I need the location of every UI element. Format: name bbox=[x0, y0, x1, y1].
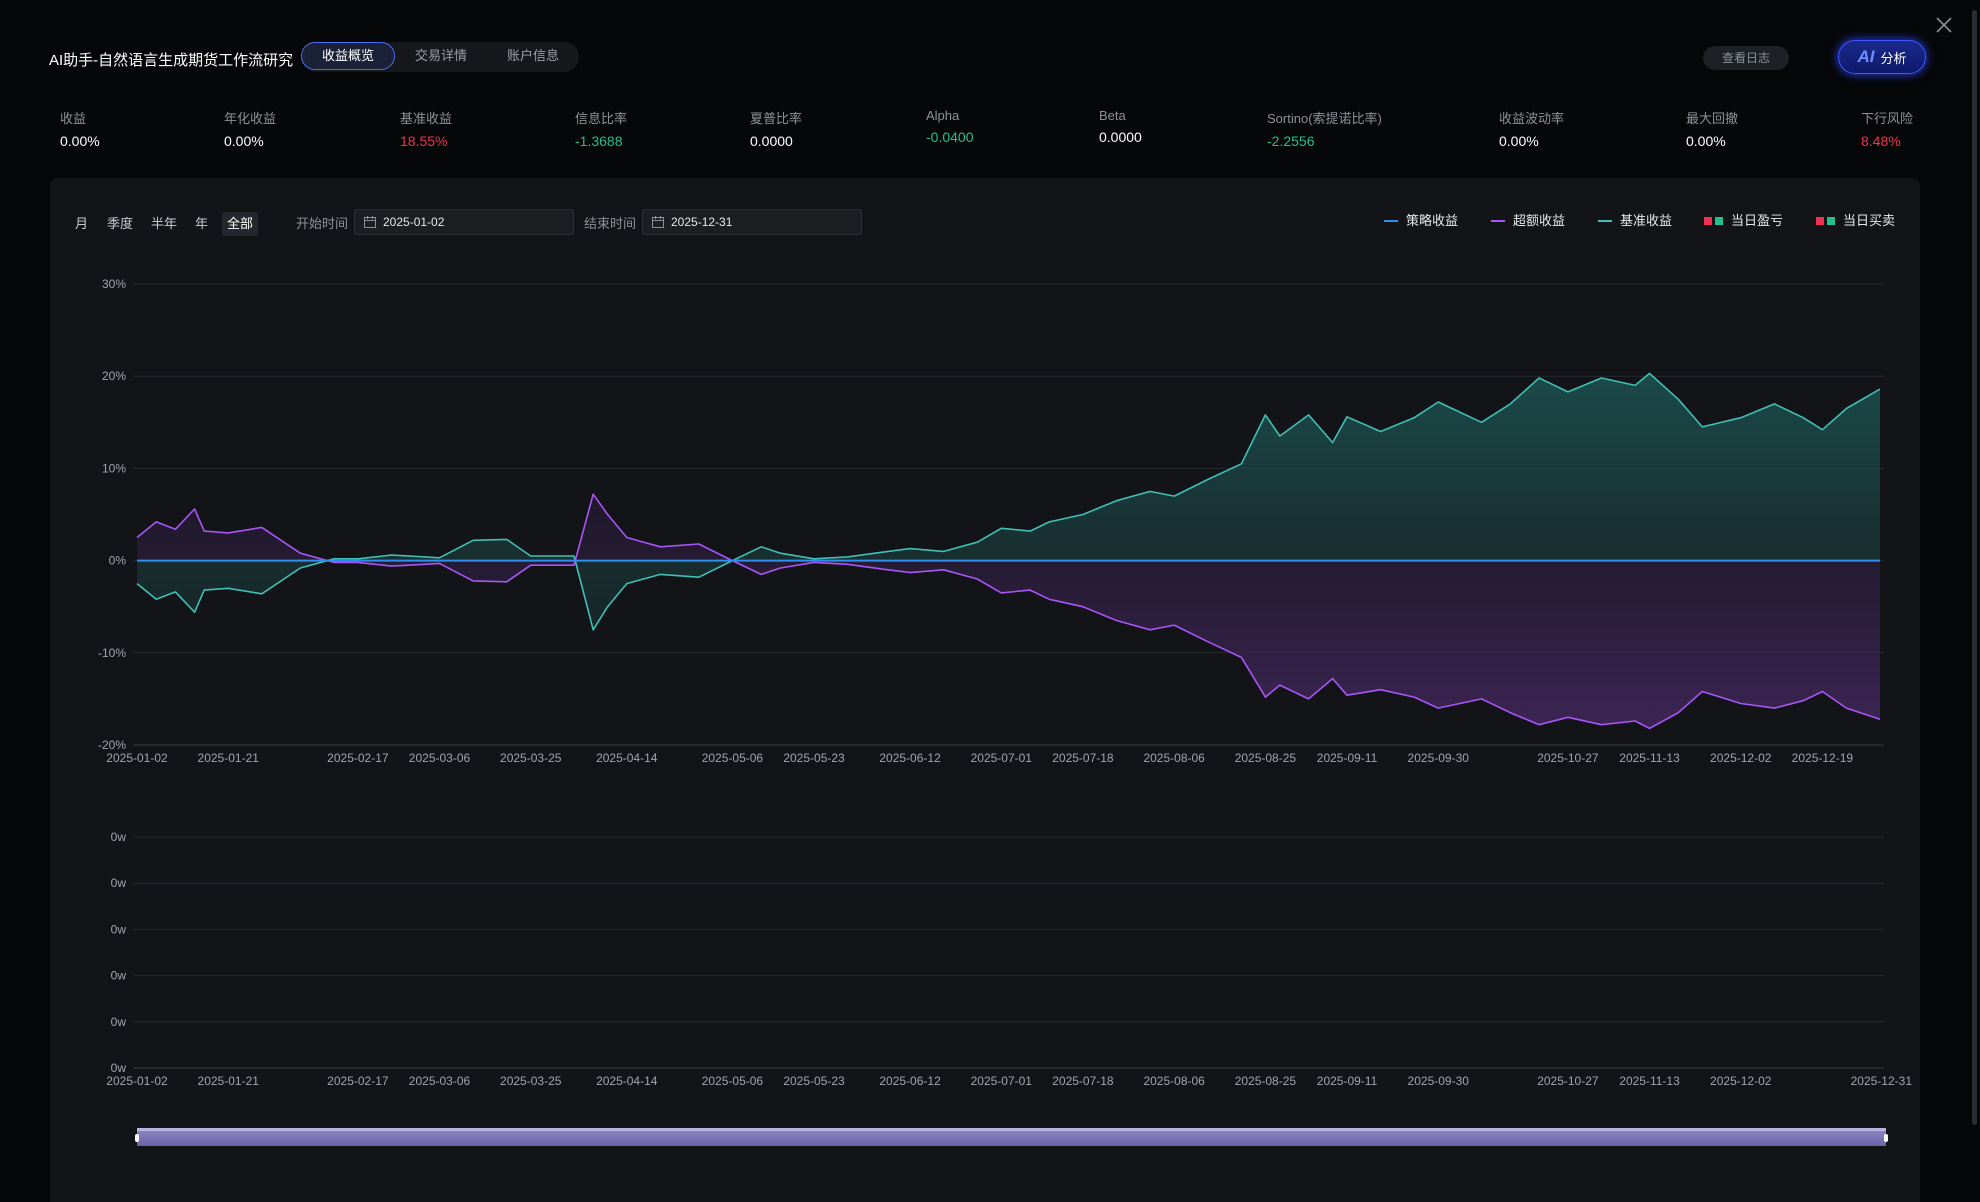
metric-value: 0.0000 bbox=[750, 133, 793, 149]
metric-label: 收益 bbox=[60, 111, 87, 126]
metric-label: Alpha bbox=[926, 108, 960, 123]
tab-bar: 收益概览 交易详情 账户信息 bbox=[301, 42, 580, 72]
end-date-input[interactable]: 2025-12-31 bbox=[642, 209, 862, 235]
end-date-value: 2025-12-31 bbox=[671, 215, 733, 229]
legend-benchmark-return[interactable]: 基准收益 bbox=[1598, 212, 1672, 230]
calendar-icon bbox=[652, 216, 664, 228]
metric-value: 8.48% bbox=[1861, 133, 1901, 149]
legend-label: 策略收益 bbox=[1406, 213, 1459, 228]
metric-beta: Beta 0.0000 bbox=[1099, 108, 1142, 145]
metric-max-drawdown: 最大回撤 0.00% bbox=[1686, 108, 1738, 149]
metric-benchmark-return: 基准收益 18.55% bbox=[400, 108, 452, 149]
zoom-handle-right[interactable] bbox=[1884, 1134, 1888, 1142]
metric-label: 夏普比率 bbox=[750, 111, 803, 126]
legend-square-swatch bbox=[1827, 217, 1835, 225]
metric-value: 0.00% bbox=[1686, 133, 1726, 149]
legend-label: 基准收益 bbox=[1620, 213, 1673, 228]
legend-square-swatch bbox=[1704, 217, 1712, 225]
metric-label: Sortino(索提诺比率) bbox=[1267, 111, 1382, 126]
metric-label: 年化收益 bbox=[224, 111, 277, 126]
chart-panel bbox=[50, 178, 1920, 1202]
view-log-button[interactable]: 查看日志 bbox=[1703, 46, 1789, 70]
legend-line-swatch bbox=[1598, 220, 1612, 222]
metric-label: 最大回撤 bbox=[1686, 111, 1739, 126]
metric-value: -1.3688 bbox=[575, 133, 623, 149]
metric-information-ratio: 信息比率 -1.3688 bbox=[575, 108, 627, 149]
metric-sortino: Sortino(索提诺比率) -2.2556 bbox=[1267, 108, 1382, 149]
metric-value: 18.55% bbox=[400, 133, 448, 149]
period-quarter[interactable]: 季度 bbox=[103, 212, 137, 236]
tab-trade-details[interactable]: 交易详情 bbox=[395, 42, 487, 70]
metric-label: 基准收益 bbox=[400, 111, 453, 126]
metric-value: 0.00% bbox=[224, 133, 264, 149]
metric-annual-return: 年化收益 0.00% bbox=[224, 108, 276, 149]
end-date-label: 结束时间 bbox=[584, 216, 637, 231]
metric-value: -2.2556 bbox=[1267, 133, 1315, 149]
legend-daily-trades[interactable]: 当日买卖 bbox=[1816, 212, 1895, 230]
metric-return: 收益 0.00% bbox=[60, 108, 100, 149]
ai-analysis-button[interactable]: AI 分析 bbox=[1838, 40, 1926, 74]
metric-downside-risk: 下行风险 8.48% bbox=[1861, 108, 1913, 149]
legend-strategy-return[interactable]: 策略收益 bbox=[1384, 212, 1458, 230]
period-half-year[interactable]: 半年 bbox=[147, 212, 181, 236]
page-scrollbar[interactable] bbox=[1972, 10, 1977, 1125]
legend-line-swatch bbox=[1491, 220, 1505, 222]
metric-label: 信息比率 bbox=[575, 111, 628, 126]
metric-label: 下行风险 bbox=[1861, 111, 1914, 126]
window-header: AI助手-自然语言生成期货工作流研究 收益概览 交易详情 账户信息 查看日志 A… bbox=[0, 0, 1980, 120]
metric-value: 0.00% bbox=[1499, 133, 1539, 149]
metric-label: 收益波动率 bbox=[1499, 111, 1565, 126]
page-title: AI助手-自然语言生成期货工作流研究 bbox=[49, 52, 294, 69]
legend-excess-return[interactable]: 超额收益 bbox=[1491, 212, 1565, 230]
zoom-slider[interactable] bbox=[135, 1126, 1888, 1148]
start-date-value: 2025-01-02 bbox=[383, 215, 445, 229]
period-all[interactable]: 全部 bbox=[222, 212, 259, 236]
legend-label: 超额收益 bbox=[1513, 213, 1566, 228]
period-month[interactable]: 月 bbox=[71, 212, 92, 236]
legend-square-swatch bbox=[1715, 217, 1723, 225]
zoom-slider-window[interactable] bbox=[137, 1128, 1886, 1146]
ai-analysis-label: 分析 bbox=[1880, 50, 1907, 66]
metric-value: 0.00% bbox=[60, 133, 100, 149]
legend-daily-pnl[interactable]: 当日盈亏 bbox=[1704, 212, 1783, 230]
tab-account-info[interactable]: 账户信息 bbox=[487, 42, 579, 70]
metrics-row: 收益 0.00% 年化收益 0.00% 基准收益 18.55% 信息比率 -1.… bbox=[0, 108, 1980, 158]
legend-label: 当日买卖 bbox=[1843, 213, 1896, 228]
zoom-handle-left[interactable] bbox=[135, 1134, 139, 1142]
legend-line-swatch bbox=[1384, 220, 1398, 222]
calendar-icon bbox=[364, 216, 376, 228]
period-year[interactable]: 年 bbox=[191, 212, 212, 236]
metric-label: Beta bbox=[1099, 108, 1126, 123]
metric-alpha: Alpha -0.0400 bbox=[926, 108, 973, 145]
legend-square-swatch bbox=[1816, 217, 1824, 225]
metric-volatility: 收益波动率 0.00% bbox=[1499, 108, 1564, 149]
metric-value: 0.0000 bbox=[1099, 129, 1142, 145]
metric-value: -0.0400 bbox=[926, 129, 974, 145]
start-date-input[interactable]: 2025-01-02 bbox=[354, 209, 574, 235]
ai-mark: AI bbox=[1857, 47, 1875, 66]
metric-sharpe-ratio: 夏普比率 0.0000 bbox=[750, 108, 802, 149]
tab-overview[interactable]: 收益概览 bbox=[301, 42, 396, 70]
close-icon[interactable] bbox=[1932, 14, 1956, 38]
legend-label: 当日盈亏 bbox=[1731, 213, 1784, 228]
start-date-label: 开始时间 bbox=[296, 216, 349, 231]
